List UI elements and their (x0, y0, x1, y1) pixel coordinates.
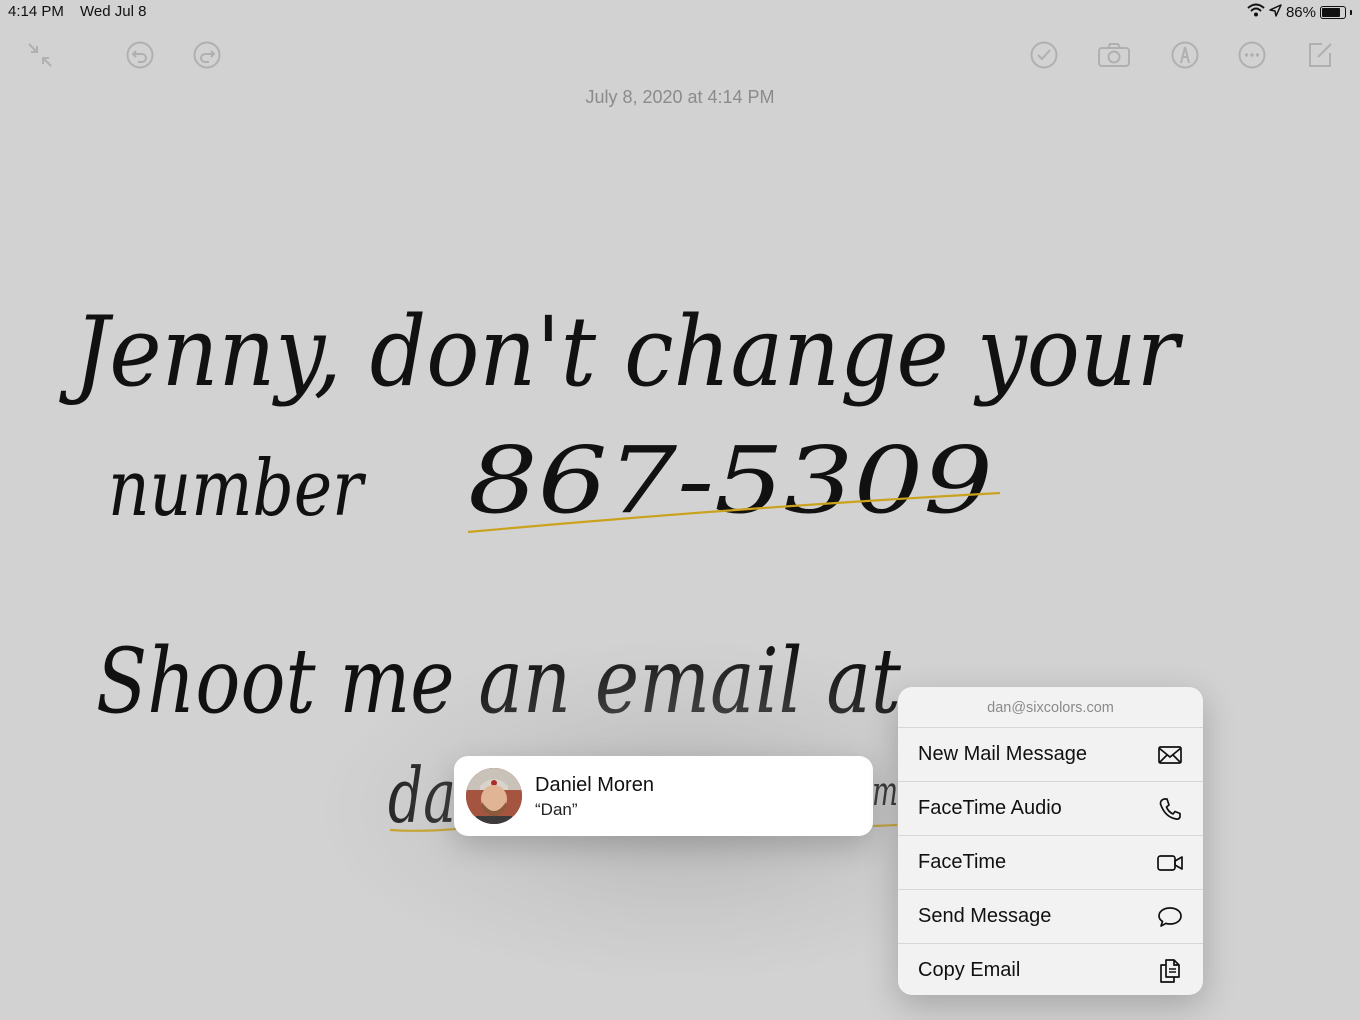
email-action-menu: dan@sixcolors.com New Mail Message FaceT… (898, 687, 1203, 995)
menu-item-label: Send Message (918, 905, 1052, 927)
menu-item-facetime-audio[interactable]: FaceTime Audio (898, 782, 1203, 836)
menu-item-send-message[interactable]: Send Message (898, 890, 1203, 944)
envelope-icon (1157, 742, 1183, 768)
handwriting-line-1: Jenny, don't change your (58, 296, 1183, 408)
menu-item-label: FaceTime Audio (918, 797, 1062, 819)
menu-item-label: New Mail Message (918, 743, 1087, 765)
handwriting-phone-number[interactable]: 867-5309 (468, 427, 993, 534)
notes-screen: 4:14 PM Wed Jul 8 86% July 8, 2020 at 4:… (0, 0, 1360, 1020)
menu-item-new-mail-message[interactable]: New Mail Message (898, 728, 1203, 782)
contact-nickname: “Dan” (535, 800, 578, 819)
menu-header-email: dan@sixcolors.com (898, 687, 1203, 728)
contact-name: Daniel Moren (535, 774, 654, 796)
handwriting-word-number: number (108, 444, 367, 534)
video-camera-icon (1157, 850, 1183, 876)
copy-icon (1157, 958, 1183, 984)
menu-item-label: Copy Email (918, 959, 1021, 981)
contact-avatar (466, 768, 522, 824)
speech-bubble-icon (1157, 904, 1183, 930)
phone-icon (1157, 796, 1183, 822)
menu-item-copy-email[interactable]: Copy Email (898, 944, 1203, 995)
menu-item-label: FaceTime (918, 851, 1007, 873)
contact-card[interactable]: Daniel Moren “Dan” (454, 756, 873, 836)
menu-item-facetime[interactable]: FaceTime (898, 836, 1203, 890)
